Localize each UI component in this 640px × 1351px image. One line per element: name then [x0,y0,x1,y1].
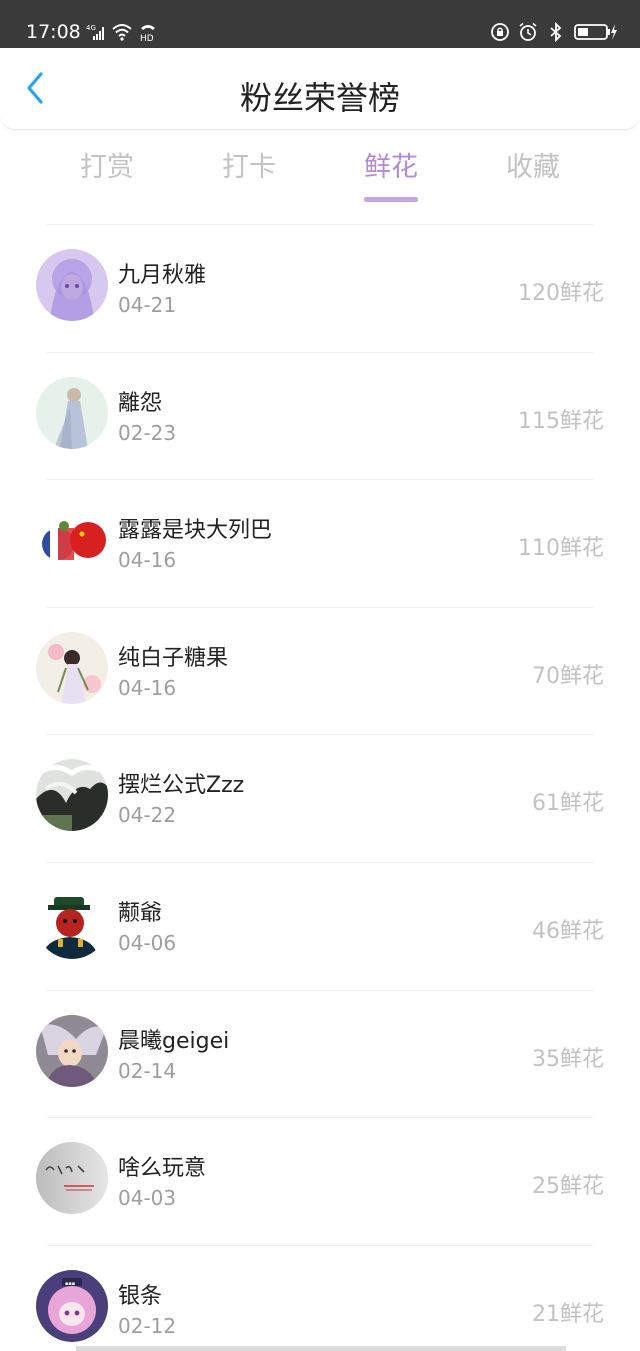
status-left-icons: 4G HD [86,22,158,42]
svg-text:4G: 4G [86,24,96,32]
avatar[interactable] [36,249,108,321]
tab-checkin[interactable]: 打卡 [178,140,320,202]
avatar[interactable] [36,1142,108,1215]
flower-count: 35鲜花 [532,1046,604,1072]
tab-label: 鲜花 [364,152,418,183]
tab-favorites[interactable]: 收藏 [462,140,604,202]
flower-count: 70鲜花 [532,663,604,689]
list-item[interactable]: 纯白子糖果 04-16 70鲜花 [0,608,640,736]
tab-flowers[interactable]: 鲜花 [320,140,462,202]
list-item[interactable]: 離怨 02-23 115鲜花 [0,353,640,481]
list-item[interactable]: 啥么玩意 04-03 25鲜花 [0,1118,640,1246]
status-time: 17:08 [26,21,81,43]
fan-date: 04-16 [118,548,177,573]
fan-name: 露露是块大列巴 [118,518,273,544]
list-item[interactable]: ▪▪▪ 银条 02-12 21鲜花 [0,1246,640,1351]
avatar[interactable] [36,504,108,577]
flower-count: 115鲜花 [518,408,604,434]
fan-name: 離怨 [118,390,163,416]
fan-name: 啥么玩意 [118,1156,207,1182]
bluetooth-icon [546,22,566,42]
fan-date: 04-06 [118,930,177,955]
fan-date: 04-21 [118,293,177,317]
avatar[interactable] [36,759,108,832]
active-tab-indicator [364,197,418,202]
tab-label: 打赏 [80,152,134,183]
fan-date: 02-12 [118,1313,177,1338]
flower-count: 110鲜花 [518,536,604,562]
avatar[interactable]: ▪▪▪ [36,1269,108,1342]
fan-name: 银条 [118,1283,163,1309]
wifi-icon [112,22,132,42]
fan-name: 颟爺 [118,900,163,926]
svg-text:HD: HD [140,34,154,42]
avatar[interactable] [36,376,108,449]
list-item[interactable]: 晨曦geigei 02-14 35鲜花 [0,991,640,1119]
alarm-icon [518,22,538,42]
signal-icon: 4G [86,22,106,42]
page-title: 粉丝荣誉榜 [239,79,400,117]
fan-name: 纯白子糖果 [118,645,229,671]
flower-count: 120鲜花 [518,281,604,306]
rotation-lock-icon [490,22,510,42]
avatar[interactable] [36,886,108,959]
fan-name: 摆烂公式Zzz [118,773,245,799]
fan-date: 04-03 [118,1186,177,1211]
battery-charging-icon [574,22,618,42]
fan-name: 九月秋雅 [118,263,207,288]
avatar[interactable] [36,1014,108,1087]
fan-date: 02-23 [118,420,177,445]
tab-tip[interactable]: 打赏 [36,140,178,202]
fan-list: 九月秋雅 04-21 120鲜花 離怨 02-23 115鲜花 露露是块大列巴 … [0,225,640,1351]
flower-count: 21鲜花 [532,1301,604,1327]
list-item[interactable]: 露露是块大列巴 04-16 110鲜花 [0,480,640,608]
list-item[interactable]: 摆烂公式Zzz 04-22 61鲜花 [0,735,640,863]
list-item[interactable]: 九月秋雅 04-21 120鲜花 [0,225,640,353]
hd-call-icon: HD [138,22,158,42]
fan-date: 04-16 [118,675,177,700]
svg-text:▪▪▪: ▪▪▪ [65,1281,75,1287]
flower-count: 46鲜花 [532,918,604,944]
fan-date: 04-22 [118,803,177,828]
flower-count: 25鲜花 [532,1174,604,1200]
tab-bar: 打赏 打卡 鲜花 收藏 [36,140,604,202]
tab-label: 打卡 [222,152,276,183]
scroll-indicator [76,1346,566,1351]
status-bar: 17:08 4G HD [0,0,640,48]
flower-count: 61鲜花 [532,791,604,817]
fan-name: 晨曦geigei [118,1028,230,1054]
fan-date: 02-14 [118,1058,177,1083]
status-right-icons [490,22,618,42]
list-item[interactable]: 颟爺 04-06 46鲜花 [0,863,640,991]
avatar[interactable] [36,631,108,704]
tab-label: 收藏 [506,152,560,183]
